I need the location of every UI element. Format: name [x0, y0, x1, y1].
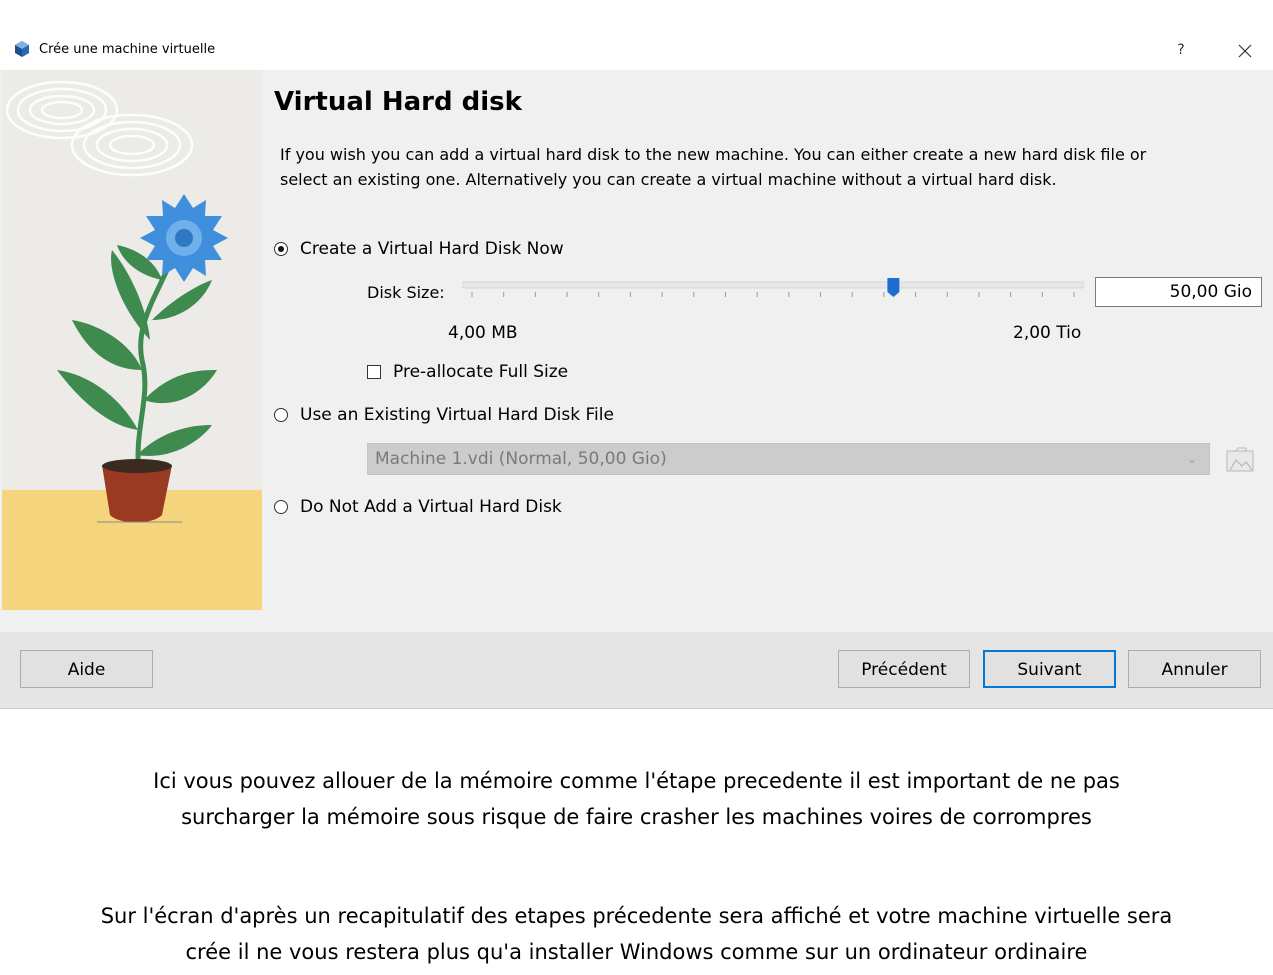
folder-open-icon[interactable] [1224, 443, 1256, 475]
slider-ticks [471, 292, 1075, 297]
existing-disk-value: Machine 1.vdi (Normal, 50,00 Gio) [375, 449, 667, 469]
radio-label: Use an Existing Virtual Hard Disk File [300, 405, 614, 425]
existing-disk-select[interactable]: Machine 1.vdi (Normal, 50,00 Gio) ⌄ [367, 443, 1210, 475]
button-bar: Aide Précédent Suivant Annuler [0, 632, 1273, 709]
radio-indicator[interactable] [274, 242, 288, 256]
help-title-button[interactable]: ? [1166, 36, 1196, 64]
note-line-4: crée il ne vous restera plus qu'a instal… [185, 940, 1088, 964]
radio-indicator[interactable] [274, 408, 288, 422]
help-button[interactable]: Aide [20, 650, 153, 688]
disk-size-max-label: 2,00 Tio [1013, 323, 1082, 343]
create-vm-dialog: Crée une machine virtuelle ? Virtual Har… [0, 0, 1273, 709]
radio-no-disk[interactable]: Do Not Add a Virtual Hard Disk [274, 496, 562, 518]
wizard-illustration [2, 70, 262, 610]
wizard-content: Virtual Hard disk If you wish you can ad… [0, 70, 1273, 632]
slider-handle [887, 278, 900, 297]
checkbox-indicator[interactable] [367, 365, 381, 379]
disk-size-input[interactable]: 50,00 Gio [1095, 277, 1262, 307]
cancel-button[interactable]: Annuler [1128, 650, 1261, 688]
radio-label: Do Not Add a Virtual Hard Disk [300, 497, 562, 517]
disk-size-label: Disk Size: [367, 283, 445, 302]
slider-track [462, 281, 1084, 289]
note-line-1: Ici vous pouvez allouer de la mémoire co… [153, 769, 1120, 793]
next-button[interactable]: Suivant [983, 650, 1116, 688]
virtualbox-cube-icon [15, 41, 29, 57]
note-line-2: surcharger la mémoire sous risque de fai… [181, 805, 1092, 829]
radio-create-disk-now[interactable]: Create a Virtual Hard Disk Now [274, 238, 564, 260]
radio-label: Create a Virtual Hard Disk Now [300, 239, 564, 259]
close-button[interactable] [1230, 36, 1260, 64]
disk-size-min-label: 4,00 MB [448, 323, 518, 343]
radio-indicator[interactable] [274, 500, 288, 514]
chevron-down-icon: ⌄ [1186, 452, 1197, 466]
back-button[interactable]: Précédent [838, 650, 970, 688]
radio-use-existing-disk[interactable]: Use an Existing Virtual Hard Disk File [274, 404, 614, 426]
note-line-3: Sur l'écran d'après un recapitulatif des… [100, 904, 1173, 928]
preallocate-checkbox[interactable]: Pre-allocate Full Size [367, 362, 568, 382]
page-heading: Virtual Hard disk [274, 87, 522, 117]
title-bar: Crée une machine virtuelle ? [0, 30, 1273, 70]
page-description: If you wish you can add a virtual hard d… [280, 145, 1147, 189]
window-title: Crée une machine virtuelle [39, 42, 216, 57]
disk-size-slider[interactable] [462, 278, 1084, 314]
close-icon [1238, 44, 1252, 57]
checkbox-label: Pre-allocate Full Size [393, 362, 569, 382]
